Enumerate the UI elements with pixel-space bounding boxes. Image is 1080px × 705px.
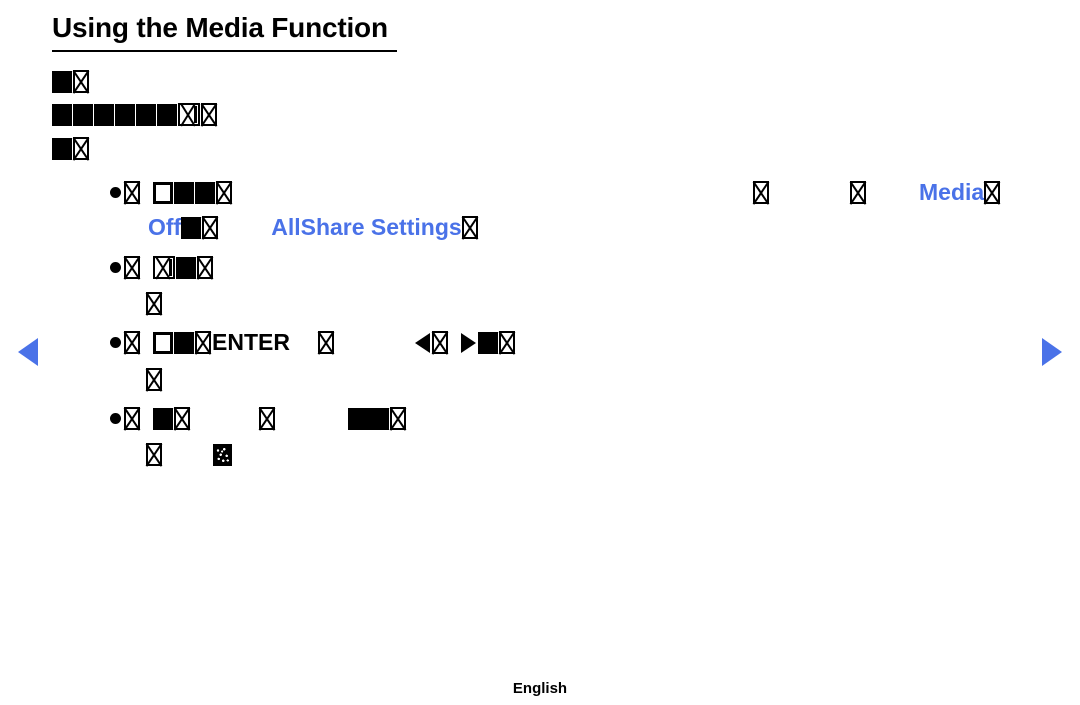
missing-glyph-box (157, 103, 177, 126)
missing-glyph-x-box (431, 331, 448, 354)
missing-glyph-x-box (124, 407, 140, 430)
page-title: Using the Media Function (52, 12, 388, 43)
missing-glyph-x-box (73, 70, 89, 93)
bullet-dot-icon (110, 337, 121, 348)
missing-glyph-x-box (146, 368, 162, 391)
missing-glyph-box (52, 137, 72, 160)
missing-glyph-x-box (216, 181, 232, 204)
missing-glyph-x-box (124, 331, 140, 354)
missing-glyph-x-box (124, 181, 140, 204)
previous-page-arrow[interactable] (18, 338, 38, 366)
intro-line-1 (52, 70, 90, 93)
next-page-arrow[interactable] (1042, 338, 1062, 366)
missing-glyph-noise-box (213, 443, 232, 466)
footer-language-label: English (512, 680, 568, 697)
arrow-left-icon (414, 332, 430, 353)
arrow-right-icon (460, 332, 476, 353)
missing-glyph-box (348, 407, 389, 430)
intro-line-2 (52, 103, 218, 126)
missing-glyph-box (174, 181, 194, 204)
missing-glyph-box (153, 407, 173, 430)
missing-glyph-hollow-box (153, 331, 173, 354)
missing-glyph-box (136, 103, 156, 126)
missing-glyph-box (52, 70, 72, 93)
keyword-allshare-settings[interactable]: AllShare Settings (271, 216, 461, 239)
missing-glyph-box (477, 331, 498, 354)
missing-glyph-x-box (201, 103, 217, 126)
bullet-enter-subline (146, 368, 163, 391)
literal-enter-key: ENTER (212, 329, 290, 355)
missing-glyph-box (195, 181, 215, 204)
missing-glyph-x-box (197, 256, 213, 279)
missing-glyph-x-box (259, 407, 275, 430)
missing-glyph-box (52, 103, 72, 126)
missing-glyph-x-box (850, 181, 866, 204)
keyword-media[interactable]: Media (919, 181, 984, 204)
missing-glyph-x-box (498, 331, 515, 354)
bullet-allshare-subline: Off AllShare Settings (148, 216, 479, 239)
bullet-dot-icon (110, 413, 121, 424)
bullet-second-subline (146, 292, 163, 315)
bullet-item-allshare: Media (110, 181, 1010, 204)
missing-glyph-x-box (146, 443, 162, 466)
bullet-dot-icon (110, 187, 121, 198)
missing-glyph-x-box (202, 216, 219, 239)
missing-glyph-x-bar-box (178, 103, 200, 126)
missing-glyph-x-bar-box (153, 256, 175, 279)
missing-glyph-box (174, 331, 194, 354)
missing-glyph-box (73, 103, 93, 126)
bullet-last-subline (146, 443, 233, 466)
missing-glyph-box (176, 256, 196, 279)
missing-glyph-x-box (124, 256, 140, 279)
missing-glyph-x-box (753, 181, 769, 204)
missing-glyph-x-box (461, 216, 478, 239)
missing-glyph-box (115, 103, 135, 126)
intro-line-3 (52, 137, 90, 160)
missing-glyph-x-box (195, 331, 211, 354)
bullet-item-last (110, 407, 407, 430)
missing-glyph-x-box (317, 331, 334, 354)
bullet-dot-icon (110, 262, 121, 273)
title-underline-rule (52, 50, 397, 52)
missing-glyph-hollow-box (153, 181, 173, 204)
missing-glyph-x-box (146, 292, 162, 315)
keyword-off[interactable]: Off (148, 216, 181, 239)
missing-glyph-x-box (73, 137, 89, 160)
missing-glyph-x-box (984, 181, 1001, 204)
bullet-item-second (110, 256, 214, 279)
missing-glyph-box (181, 216, 202, 239)
missing-glyph-x-box (390, 407, 406, 430)
bullet-item-enter: ENTER (110, 331, 516, 354)
missing-glyph-box (94, 103, 114, 126)
missing-glyph-x-box (174, 407, 190, 430)
